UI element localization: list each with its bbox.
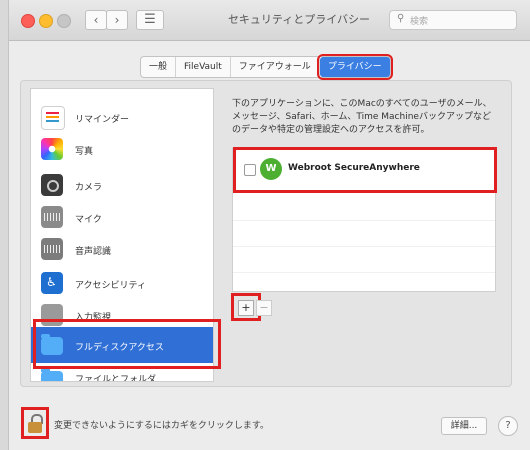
sidebar-item-label: マイク — [75, 215, 102, 225]
sidebar-item-label: 写真 — [75, 147, 94, 157]
app-enable-checkbox[interactable] — [244, 164, 256, 176]
sidebar-item-label: カメラ — [75, 183, 103, 193]
full-disk-access-highlight — [33, 319, 221, 369]
webroot-app-icon: W — [260, 158, 282, 180]
list-row-empty — [233, 246, 495, 273]
sidebar-item-speech-recognition[interactable]: 音声認識 — [31, 233, 213, 265]
show-all-grid-icon[interactable]: ☰ — [136, 10, 164, 30]
tab-filevault[interactable]: FileVault — [176, 57, 231, 77]
sidebar-item-files-and-folders[interactable]: ファイルとフォルダ — [31, 365, 213, 382]
sidebar-item-label: アクセシビリティ — [75, 281, 147, 291]
app-row-webroot[interactable]: W Webroot SecureAnywhere — [233, 147, 497, 193]
remove-app-button[interactable]: − — [256, 300, 272, 316]
close-window-button[interactable] — [21, 14, 35, 28]
list-row-empty — [233, 220, 495, 247]
list-row-empty — [233, 194, 495, 221]
tab-general[interactable]: 一般 — [141, 57, 177, 77]
sidebar-item-accessibility[interactable]: アクセシビリティ — [31, 267, 213, 299]
microphone-icon — [41, 206, 63, 228]
lock-instruction-text: 変更できないようにするにはカギをクリックします。 — [54, 421, 270, 431]
lock-highlight — [21, 407, 49, 439]
reminders-icon — [41, 106, 65, 130]
forward-button[interactable]: › — [106, 10, 128, 30]
tab-privacy[interactable]: プライバシー — [316, 54, 393, 80]
sidebar-item-label: ファイルとフォルダ — [75, 375, 157, 382]
speech-icon — [41, 238, 63, 260]
title-bar: ‹ › ☰ セキュリティとプライバシー ⚲ 検索 — [9, 0, 530, 41]
search-placeholder: 検索 — [410, 17, 429, 27]
add-app-button[interactable]: + — [238, 300, 254, 316]
search-field[interactable]: ⚲ 検索 — [389, 10, 517, 30]
help-button[interactable]: ? — [498, 416, 518, 436]
sidebar-item-photos[interactable]: 写真 — [31, 133, 213, 165]
sidebar-item-label: 音声認識 — [75, 247, 112, 257]
window-title: セキュリティとプライバシー — [227, 13, 371, 26]
sidebar-item-camera[interactable]: カメラ — [31, 169, 213, 201]
camera-icon — [41, 174, 63, 196]
tab-firewall[interactable]: ファイアウォール — [231, 57, 320, 77]
photos-icon — [41, 138, 63, 160]
sidebar-item-label: リマインダー — [75, 115, 130, 125]
folder-icon — [41, 368, 63, 381]
sidebar-item-microphone[interactable]: マイク — [31, 201, 213, 233]
accessibility-icon — [41, 272, 63, 294]
back-button[interactable]: ‹ — [85, 10, 107, 30]
details-button[interactable]: 詳細... — [441, 417, 487, 435]
zoom-window-button[interactable] — [57, 14, 71, 28]
search-icon: ⚲ — [397, 13, 405, 24]
sidebar-item-reminders[interactable]: リマインダー — [31, 101, 213, 133]
app-name: Webroot SecureAnywhere — [288, 163, 420, 173]
permission-description: 下のアプリケーションに、このMacのすべてのユーザのメール、メッセージ、Safa… — [232, 99, 492, 135]
minimize-window-button[interactable] — [39, 14, 53, 28]
preference-tabs: 一般 FileVault ファイアウォール プライバシー — [140, 54, 393, 80]
